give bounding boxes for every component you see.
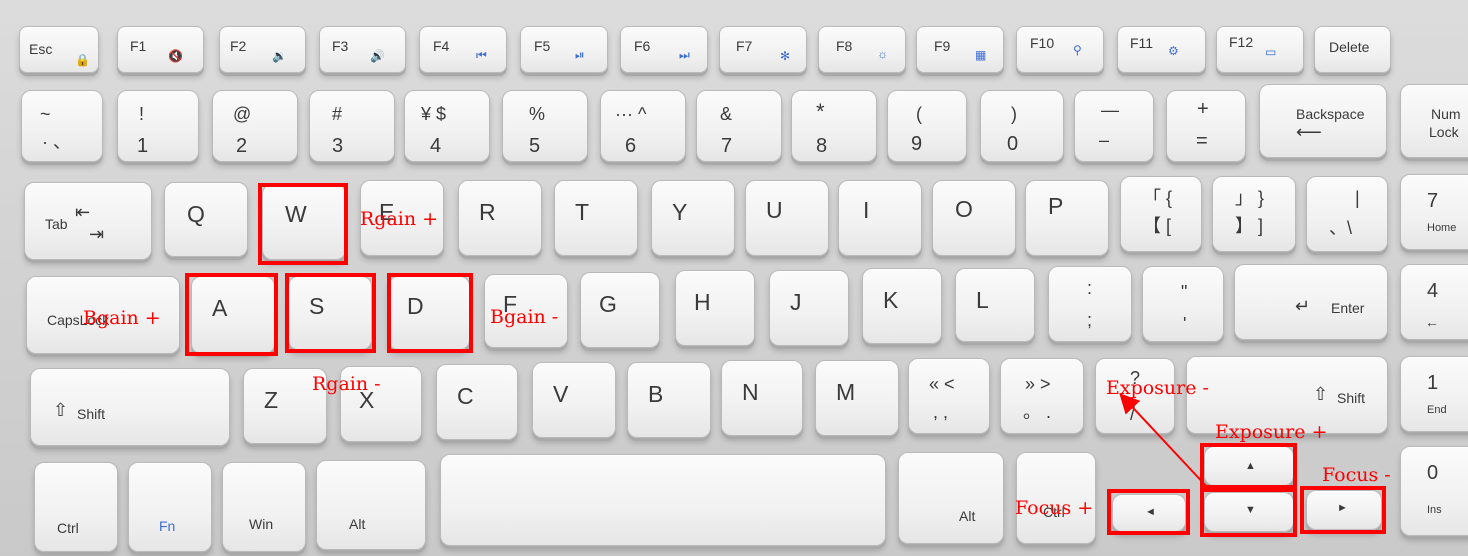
exposure-plus-annotation: Exposure +: [1215, 421, 1328, 443]
rgain-minus-annotation: Rgain -: [312, 373, 381, 395]
bgain-plus-annotation: Bgain +: [83, 307, 161, 329]
exposure-minus-annotation: Exposure -: [1106, 377, 1209, 399]
exposure-pointer-arrow: [1119, 393, 1209, 489]
rgain-plus-annotation: Rgain +: [360, 208, 439, 230]
focus-plus-annotation: Focus +: [1015, 497, 1094, 519]
focus-minus-annotation: Focus -: [1322, 464, 1391, 486]
bgain-minus-annotation: Bgain -: [490, 306, 559, 328]
